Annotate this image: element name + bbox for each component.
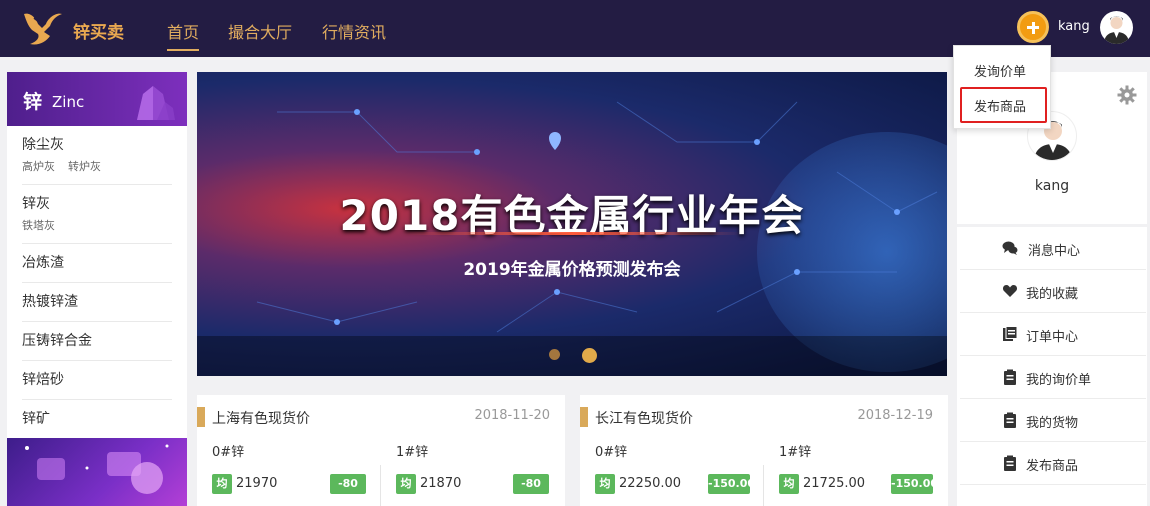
promo-illustration — [25, 444, 169, 494]
clipboard-icon — [1004, 455, 1016, 471]
menu-item-label: 我的收藏 — [1026, 287, 1079, 302]
menu-item-label: 消息中心 — [1028, 244, 1081, 259]
banner-subtitle: 2019年金属价格预测发布会 — [463, 260, 681, 280]
price-value: 21870 — [420, 476, 462, 491]
category-title[interactable]: 冶炼渣 — [22, 252, 64, 272]
category-title[interactable]: 压铸锌合金 — [22, 330, 92, 350]
profile-username: kang — [1034, 178, 1070, 194]
promo-banner[interactable] — [7, 438, 187, 506]
avg-badge: 均 — [595, 474, 615, 494]
menu-item-label: 我的货物 — [1026, 416, 1079, 431]
change-badge: -150.00 — [891, 474, 938, 494]
menu-item-messages[interactable]: 消息中心 — [960, 227, 1146, 270]
avg-badge: 均 — [396, 474, 416, 494]
carousel-dot-2[interactable] — [582, 348, 597, 363]
price-card-date: 2018-11-20 — [474, 408, 550, 423]
gear-icon[interactable] — [1117, 85, 1137, 105]
price-card-date: 2018-12-19 — [857, 408, 933, 423]
price-card-changjiang: 长江有色现货价 2018-12-19 0#锌 均 22250.00 -150.0… — [580, 395, 948, 506]
category-title[interactable]: 锌矿 — [22, 408, 50, 428]
price-card-shanghai: 上海有色现货价 2018-11-20 0#锌 均 21970 -80 1#锌 均… — [197, 395, 565, 506]
chat-icon — [1002, 241, 1018, 255]
clipboard-icon — [1004, 412, 1016, 428]
category-title[interactable]: 锌焙砂 — [22, 369, 64, 389]
menu-item-my-inquiries[interactable]: 我的询价单 — [960, 356, 1146, 399]
zinc-grade-label: 0#锌 — [212, 445, 245, 460]
category-item-galvanizing-dross[interactable]: 热镀锌渣 — [22, 283, 172, 322]
price-card-title: 长江有色现货价 — [595, 411, 693, 427]
menu-item-label: 我的询价单 — [1026, 373, 1092, 388]
zinc-header-cn: 锌 — [23, 91, 43, 113]
logo-icon[interactable] — [20, 8, 66, 48]
zinc-grade-label: 1#锌 — [396, 445, 429, 460]
menu-item-publish-goods[interactable]: 发布商品 — [960, 442, 1146, 485]
category-sub-tower-ash[interactable]: 铁塔灰 — [22, 217, 55, 233]
price-card-title: 上海有色现货价 — [212, 411, 310, 427]
dropdown-item-send-inquiry[interactable]: 发询价单 — [974, 61, 1026, 80]
menu-item-label: 订单中心 — [1026, 330, 1079, 345]
price-value: 22250.00 — [619, 476, 682, 491]
zinc-category-header: 锌 Zinc — [7, 72, 187, 126]
zinc-grade-label: 1#锌 — [779, 445, 812, 460]
category-sub-blast-furnace[interactable]: 高炉灰 — [22, 158, 55, 174]
category-item-zinc-calcine[interactable]: 锌焙砂 — [22, 361, 172, 400]
crystal-icon — [137, 86, 175, 120]
price-value: 21970 — [236, 476, 278, 491]
price-value: 21725.00 — [803, 476, 866, 491]
zinc-header-en: Zinc — [52, 93, 85, 111]
brand-name[interactable]: 锌买卖 — [73, 18, 124, 43]
avatar[interactable] — [1100, 11, 1133, 44]
plus-circle-icon[interactable] — [1017, 11, 1049, 43]
category-item-zinc-ash[interactable]: 锌灰 铁塔灰 — [22, 185, 172, 244]
orders-icon — [1003, 326, 1018, 341]
menu-item-orders[interactable]: 订单中心 — [960, 313, 1146, 356]
category-item-zinc-ore[interactable]: 锌矿 — [22, 400, 172, 439]
avg-badge: 均 — [779, 474, 799, 494]
change-badge: -150.00 — [708, 474, 755, 494]
nav-market-news[interactable]: 行情资讯 — [322, 19, 386, 43]
category-item-smelting-slag[interactable]: 冶炼渣 — [22, 244, 172, 283]
category-title[interactable]: 除尘灰 — [22, 134, 64, 154]
category-item-die-cast-alloy[interactable]: 压铸锌合金 — [22, 322, 172, 361]
change-badge: -80 — [513, 474, 549, 494]
category-title[interactable]: 热镀锌渣 — [22, 291, 78, 311]
nav-matching-hall[interactable]: 撮合大厅 — [228, 19, 292, 43]
carousel-dot-1[interactable] — [549, 349, 560, 360]
zinc-grade-label: 0#锌 — [595, 445, 628, 460]
header-username[interactable]: kang — [1058, 19, 1090, 34]
hero-carousel[interactable]: 2018有色金属行业年会 2019年金属价格预测发布会 — [197, 72, 947, 376]
heart-icon — [1002, 285, 1018, 297]
menu-item-favorites[interactable]: 我的收藏 — [960, 270, 1146, 313]
category-title[interactable]: 锌灰 — [22, 193, 50, 213]
avg-badge: 均 — [212, 474, 232, 494]
menu-item-my-goods[interactable]: 我的货物 — [960, 399, 1146, 442]
menu-item-label: 发布商品 — [1026, 459, 1079, 474]
category-sub-converter[interactable]: 转炉灰 — [68, 158, 101, 174]
nav-home[interactable]: 首页 — [167, 19, 200, 51]
category-item-dust-ash[interactable]: 除尘灰 高炉灰 转炉灰 — [22, 126, 172, 185]
clipboard-icon — [1004, 369, 1016, 385]
change-badge: -80 — [330, 474, 366, 494]
highlight-box — [960, 87, 1047, 123]
